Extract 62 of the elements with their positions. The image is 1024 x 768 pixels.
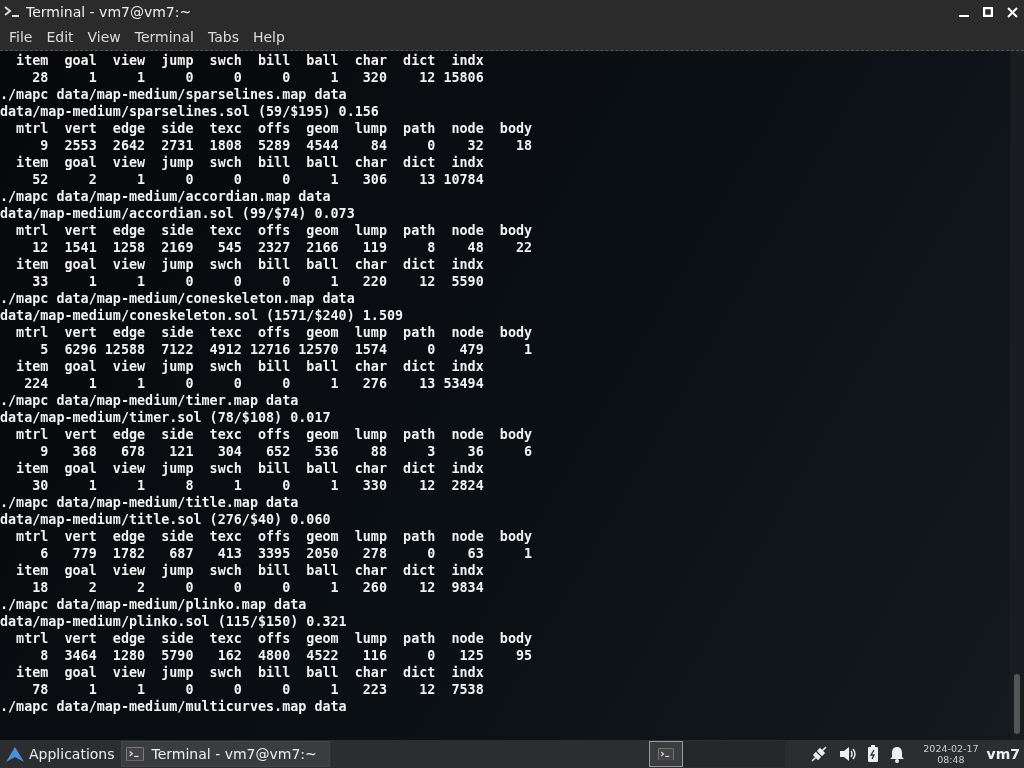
maximize-icon [983,7,993,17]
battery-icon[interactable] [867,745,880,763]
menu-item[interactable]: Terminal [127,29,201,45]
terminal-line: data/map-medium/sparselines.sol (59/$195) 0.156 [0,103,379,120]
terminal-line: item goal view jump swch bill ball char dict indx [15,460,484,477]
terminal-icon [658,747,675,761]
terminal-line: ./mapc data/map-medium/title.map data [0,494,299,511]
terminal-line: item goal view jump swch bill ball char dict indx [15,358,484,375]
terminal-line: mtrl vert edge side texc offs geom lump path node body [15,222,533,239]
menu-item[interactable]: Help [245,29,292,45]
terminal-line: 52 2 1 0 0 0 1 306 13 10784 [31,171,484,188]
terminal-line: ./mapc data/map-medium/multicurves.map data [0,698,347,715]
clock[interactable]: 2024-02-17 08:48 [923,743,979,765]
terminal-line: item goal view jump swch bill ball char dict indx [15,154,484,171]
terminal-line: data/map-medium/timer.sol (78/$108) 0.017 [0,409,331,426]
terminal-line: item goal view jump swch bill ball char dict indx [15,52,484,69]
terminal-line: ./mapc data/map-medium/sparselines.map data [0,86,347,103]
terminal-line: mtrl vert edge side texc offs geom lump path node body [15,120,533,137]
terminal-line: 9 368 678 121 304 652 536 88 3 36 6 [39,443,533,460]
terminal-line: data/map-medium/title.sol (276/$40) 0.060 [0,511,331,528]
terminal-line: 6 779 1782 687 413 3395 2050 278 0 63 1 [39,545,533,562]
menu-item[interactable]: View [80,29,128,45]
terminal-line: data/map-medium/coneskeleton.sol (1571/$240) 1.509 [0,307,404,324]
terminal-line: ./mapc data/map-medium/accordian.map data [0,188,331,205]
terminal-line: 8 3464 1280 5790 162 4800 4522 116 0 125 95 [39,647,533,664]
window-title: Terminal - vm7@vm7:~ [25,4,193,20]
bell-icon[interactable] [889,745,906,763]
terminal-line: mtrl vert edge side texc offs geom lump path node body [15,630,533,647]
terminal-line: ./mapc data/map-medium/coneskeleton.map data [0,290,355,307]
terminal-line: data/map-medium/accordian.sol (99/$74) 0.073 [0,205,355,222]
terminal-line: data/map-medium/plinko.sol (115/$150) 0.321 [0,613,347,630]
applications-menu-button[interactable]: Applications [0,740,119,768]
terminal-line: mtrl vert edge side texc offs geom lump path node body [15,324,533,341]
logo [4,745,26,763]
terminal-icon [4,5,20,19]
terminal-line: 78 1 1 0 0 0 1 223 12 7538 [31,681,484,698]
terminal-line: ./mapc data/map-medium/plinko.map data [0,596,307,613]
terminal-line: mtrl vert edge side texc offs geom lump path node body [15,426,533,443]
user-name[interactable]: vm7 [986,746,1024,762]
terminal-line: 28 1 1 0 0 0 1 320 12 15806 [31,69,484,86]
volume-icon[interactable] [839,746,858,762]
scrollbar[interactable] [1010,51,1024,740]
terminal-line: 12 1541 1258 2169 545 2327 2166 119 8 48 22 [31,239,533,256]
menu-item[interactable]: Edit [39,29,81,45]
close-icon [1006,6,1018,18]
terminal-line: 33 1 1 0 0 0 1 220 12 5590 [31,273,484,290]
taskbar-button[interactable]: Terminal - vm7@vm7:~ [120,741,330,767]
workspace-button[interactable] [649,741,684,767]
terminal-line: 9 2553 2642 2731 1808 5289 4544 84 0 32 18 [39,137,533,154]
terminal-line: mtrl vert edge side texc offs geom lump path node body [15,528,533,545]
terminal-line: 5 6296 12588 7122 4912 12716 12570 1574 0 479 1 [39,341,533,358]
terminal-line: 224 1 1 0 0 0 1 276 13 53494 [23,375,484,392]
terminal-line: 18 2 2 0 0 0 1 260 12 9834 [31,579,484,596]
terminal-line: ./mapc data/map-medium/timer.map data [0,392,299,409]
menu-item[interactable]: File [2,29,40,45]
terminal-line: 30 1 1 8 1 0 1 330 12 2824 [31,477,484,494]
terminal-line: item goal view jump swch bill ball char dict indx [15,664,484,681]
menu-item[interactable]: Tabs [200,29,246,45]
terminal-icon [125,746,144,762]
terminal-line: item goal view jump swch bill ball char dict indx [15,256,484,273]
terminal-line: item goal view jump swch bill ball char dict indx [15,562,484,579]
minimize-icon [959,15,969,17]
